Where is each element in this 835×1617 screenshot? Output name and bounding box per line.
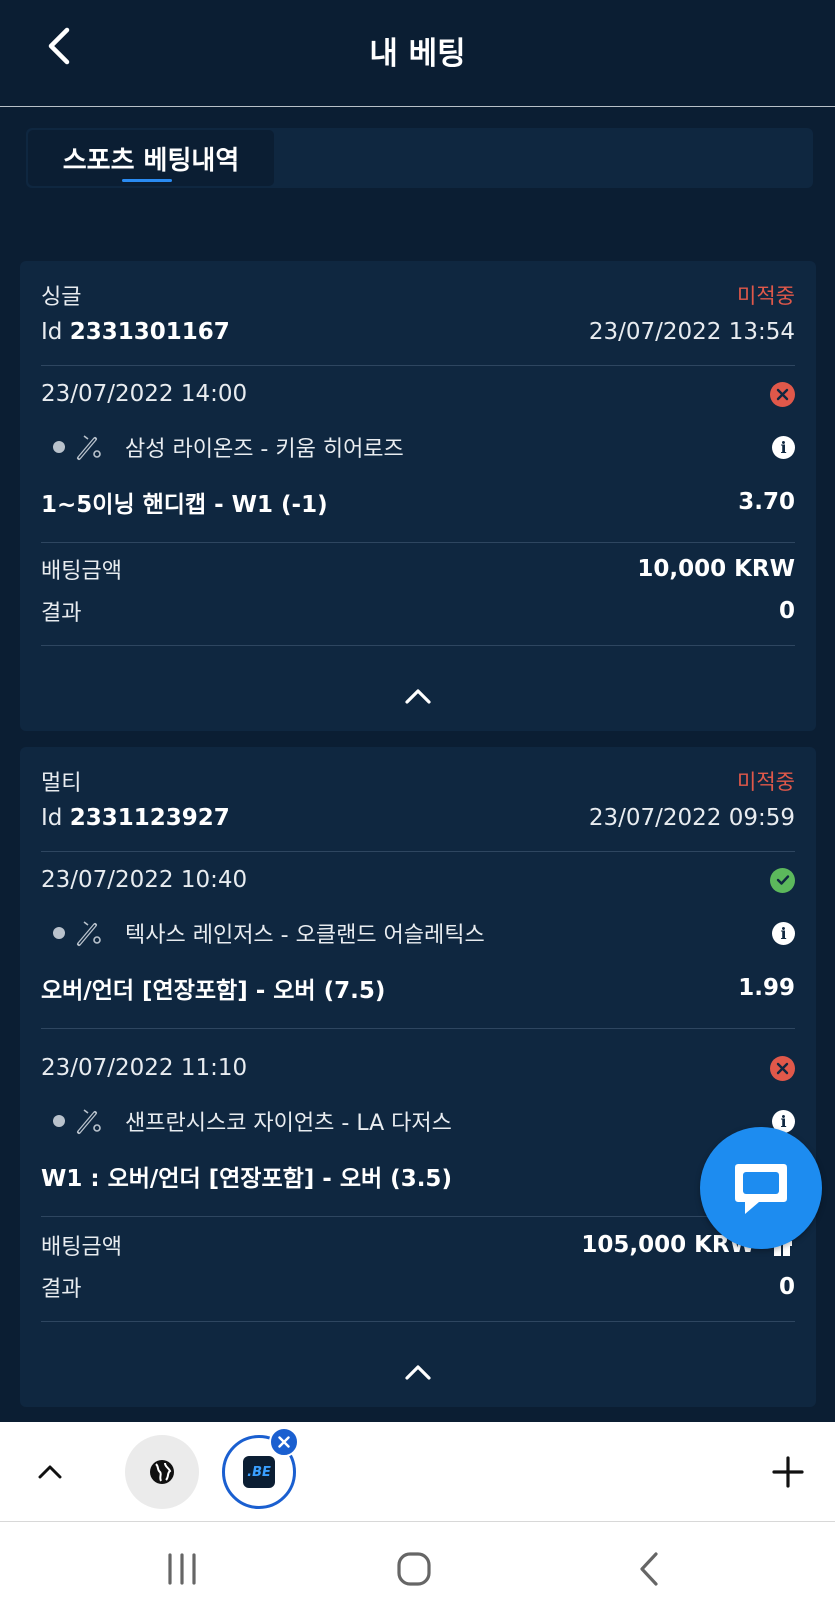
tab-label: 스포츠 베팅내역	[62, 145, 240, 176]
chevron-up-icon	[405, 689, 431, 704]
system-nav-bar	[0, 1522, 835, 1617]
chat-icon	[735, 1164, 787, 1214]
bet-card: 멀티 미적중 Id 2331123927 23/07/2022 09:59 23…	[20, 747, 816, 1407]
app-header: 내 베팅	[0, 0, 835, 107]
event-datetime: 23/07/2022 14:00	[41, 381, 248, 407]
bet-status: 미적중	[737, 770, 795, 794]
bet-id: Id 2331123927	[41, 805, 230, 831]
chevron-up-icon	[405, 1365, 431, 1380]
divider	[41, 1321, 795, 1322]
result-label: 결과	[41, 1277, 82, 1302]
stake-amount: 10,000 KRW	[637, 556, 795, 582]
won-icon	[770, 867, 795, 893]
live-dot	[53, 441, 65, 453]
active-tab-indicator	[122, 179, 172, 182]
baseball-icon	[75, 919, 103, 947]
market-label: 오버/언더 [연장포함] - 오버 (7.5)	[41, 978, 386, 1004]
info-icon[interactable]: i	[772, 435, 795, 459]
stake-label: 배팅금액	[41, 1235, 122, 1260]
bet-id: Id 2331301167	[41, 319, 230, 345]
tab-bar: 스포츠 베팅내역	[26, 128, 813, 188]
globe-icon	[150, 1460, 174, 1484]
expand-toolbar-button[interactable]	[30, 1452, 70, 1492]
recent-apps-button[interactable]	[157, 1544, 207, 1594]
info-icon[interactable]: i	[772, 921, 795, 945]
odds-value: 3.70	[738, 489, 795, 515]
baseball-icon	[75, 1107, 103, 1135]
browser-toolbar: .BE	[0, 1422, 835, 1522]
divider	[41, 542, 795, 543]
odds-value: 1.99	[738, 975, 795, 1001]
home-button[interactable]	[389, 1544, 439, 1594]
bet-type: 싱글	[41, 285, 82, 310]
browser-home-button[interactable]	[125, 1435, 199, 1509]
live-dot	[53, 927, 65, 939]
teams-label: 텍사스 레인저스 - 오클랜드 어슬레틱스	[125, 923, 485, 948]
plus-icon	[772, 1456, 804, 1488]
teams-label: 샌프란시스코 자이언츠 - LA 다저스	[125, 1111, 452, 1136]
divider	[41, 851, 795, 852]
site-logo: .BE	[243, 1456, 275, 1488]
bet-type: 멀티	[41, 771, 82, 796]
divider	[41, 1028, 795, 1029]
baseball-icon	[75, 433, 103, 461]
divider	[41, 365, 795, 366]
result-amount: 0	[778, 598, 795, 624]
back-icon	[640, 1552, 658, 1586]
new-tab-button[interactable]	[766, 1450, 810, 1494]
close-icon	[278, 1436, 290, 1448]
result-amount: 0	[778, 1274, 795, 1300]
lost-icon	[770, 1055, 795, 1081]
market-label: 1~5이닝 핸디캡 - W1 (-1)	[41, 492, 328, 518]
event-teams: 샌프란시스코 자이언츠 - LA 다저스	[41, 1105, 452, 1137]
live-dot	[53, 1115, 65, 1127]
chevron-up-icon	[38, 1465, 62, 1479]
event-datetime: 23/07/2022 11:10	[41, 1055, 248, 1081]
divider	[41, 1216, 795, 1217]
recents-icon	[168, 1553, 196, 1585]
stake-label: 배팅금액	[41, 559, 122, 584]
bet-status: 미적중	[737, 284, 795, 308]
event-teams: 삼성 라이온즈 - 키움 히어로즈	[41, 431, 404, 463]
lost-icon	[770, 381, 795, 407]
chat-button[interactable]	[700, 1127, 822, 1249]
collapse-button[interactable]	[398, 681, 438, 711]
home-icon	[397, 1552, 431, 1586]
bet-card: 싱글 미적중 Id 2331301167 23/07/2022 13:54 23…	[20, 261, 816, 731]
system-back-button[interactable]	[624, 1544, 674, 1594]
event-teams: 텍사스 레인저스 - 오클랜드 어슬레틱스	[41, 917, 485, 949]
divider	[41, 645, 795, 646]
result-label: 결과	[41, 601, 82, 626]
bet-placed-date: 23/07/2022 13:54	[588, 319, 795, 345]
event-datetime: 23/07/2022 10:40	[41, 867, 248, 893]
bet-placed-date: 23/07/2022 09:59	[588, 805, 795, 831]
collapse-button[interactable]	[398, 1357, 438, 1387]
page-title: 내 베팅	[369, 36, 466, 72]
market-label: W1 : 오버/언더 [연장포함] - 오버 (3.5)	[41, 1166, 452, 1192]
close-tab-button[interactable]	[269, 1427, 299, 1457]
teams-label: 삼성 라이온즈 - 키움 히어로즈	[125, 437, 404, 462]
tab-sports-bet-history[interactable]: 스포츠 베팅내역	[28, 130, 274, 186]
